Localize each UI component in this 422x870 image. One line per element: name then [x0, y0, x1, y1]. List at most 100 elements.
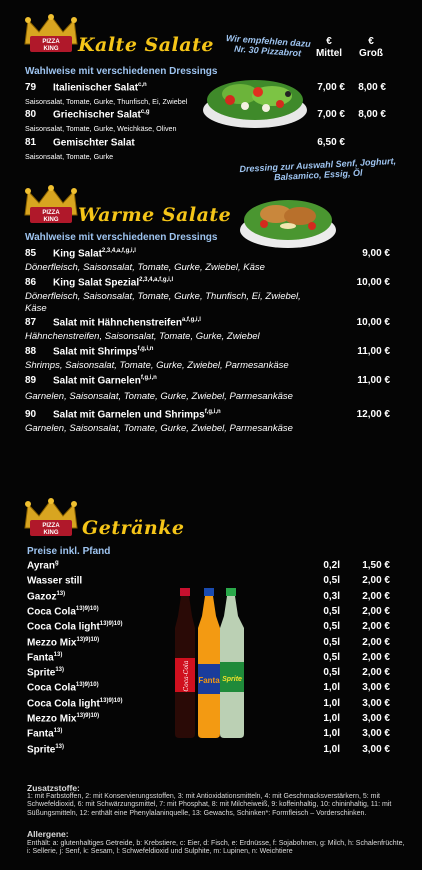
menu-item-90-desc: Garnelen, Saisonsalat, Tomate, Gurke, Zw… [25, 423, 293, 434]
svg-text:KING: KING [44, 217, 59, 223]
price-79-mittel: 7,00 € [317, 82, 345, 93]
drink-additives: 13) [55, 667, 65, 673]
allergene-title: Allergene: [27, 829, 69, 839]
pizza-king-logo: PIZZA KING [22, 14, 80, 54]
menu-item-81-desc: Saisonsalat, Tomate, Gurke [25, 152, 114, 161]
drink-item[interactable]: Sprite13) [27, 667, 64, 678]
drink-price: 3,00 € [362, 682, 390, 693]
drink-name: Coca Cola [27, 606, 76, 618]
zusatzstoffe-title: Zusatzstoffe: [27, 783, 80, 793]
menu-item-86[interactable]: 86 King Salat Spezial2,3,4,a,f,g,i,l [25, 277, 173, 288]
drink-price: 2,00 € [362, 591, 390, 602]
drink-price: 3,00 € [362, 713, 390, 724]
drink-additives: 13) [53, 652, 63, 658]
price-79-gross: 8,00 € [358, 82, 386, 93]
menu-item-88-desc: Shrimps, Saisonsalat, Tomate, Gurke, Zwi… [25, 360, 289, 371]
drink-volume: 0,3l [323, 591, 340, 602]
svg-text:KING: KING [44, 530, 59, 536]
section-title-getraenke: Getränke [82, 517, 185, 539]
drink-additives: 13)9)10) [76, 713, 100, 719]
drink-price: 2,00 € [362, 575, 390, 586]
drink-item[interactable]: Sprite13) [27, 744, 64, 755]
drink-volume: 1,0l [323, 682, 340, 693]
drink-name: Coca Cola [27, 682, 76, 694]
drink-name: Wasser still [27, 575, 83, 587]
drink-name: Ayran [27, 560, 55, 572]
drink-volume: 1,0l [323, 728, 340, 739]
section-title-warme-salate: Warme Salate [78, 204, 232, 226]
price-87: 10,00 € [356, 317, 390, 328]
svg-text:PIZZA: PIZZA [42, 523, 60, 529]
drink-item[interactable]: Fanta13) [27, 652, 62, 663]
drink-price: 2,00 € [362, 667, 390, 678]
drink-volume: 0,5l [323, 667, 340, 678]
drink-item[interactable]: Wasser still [27, 575, 82, 586]
drink-additives: 13) [56, 591, 66, 597]
drink-name: Sprite [27, 667, 56, 679]
drink-volume: 1,0l [323, 744, 340, 755]
drink-volume: 0,5l [323, 637, 340, 648]
price-85: 9,00 € [362, 248, 390, 259]
drink-volume: 0,5l [323, 575, 340, 586]
drink-additives: 13) [55, 744, 65, 750]
drink-name: Mezzo Mix [27, 713, 77, 725]
col-header-mittel: € Mittel [315, 36, 343, 59]
drink-name: Fanta [27, 728, 54, 740]
drink-additives: 13)9)10) [76, 637, 100, 643]
drink-volume: 0,5l [323, 621, 340, 632]
drink-price: 2,00 € [362, 637, 390, 648]
price-80-mittel: 7,00 € [317, 109, 345, 120]
drink-item[interactable]: Mezzo Mix13)9)10) [27, 713, 99, 724]
price-90: 12,00 € [356, 409, 390, 420]
price-89: 11,00 € [357, 375, 390, 386]
allergene-text: Enthält: a: glutenhaltiges Getreide, b: … [27, 840, 405, 856]
drink-item[interactable]: Mezzo Mix13)9)10) [27, 637, 99, 648]
price-81-mittel: 6,50 € [317, 137, 345, 148]
drink-price: 3,00 € [362, 728, 390, 739]
kalte-subtitle: Wahlweise mit verschiedenen Dressings [25, 66, 218, 77]
col-header-gross: € Groß [359, 36, 383, 59]
menu-item-89-desc: Garnelen, Saisonsalat, Tomate, Gurke, Zw… [25, 391, 293, 402]
section-title-kalte-salate: Kalte Salate [78, 34, 214, 56]
warm-salad-image [238, 190, 338, 250]
menu-item-85[interactable]: 85 King Salat2,3,4,a,f,g,i,l [25, 248, 136, 259]
drink-price: 2,00 € [362, 652, 390, 663]
drink-additives: 13)9)10) [75, 606, 99, 612]
drink-additives: 13) [53, 728, 63, 734]
menu-item-79[interactable]: 79 Italienischer Salatc,n [25, 82, 147, 93]
dressing-note: Dressing zur Auswahl Senf, Joghurt, Bals… [239, 155, 397, 183]
drink-name: Sprite [27, 744, 56, 756]
zusatzstoffe-text: 1: mit Farbstoffen, 2: mit Konservierung… [27, 793, 392, 817]
menu-item-89[interactable]: 89 Salat mit Garnelenf,g,i,n [25, 375, 157, 386]
drink-item[interactable]: Coca Cola light13)9)10) [27, 621, 122, 632]
price-86: 10,00 € [356, 277, 390, 288]
menu-item-79-desc: Saisonsalat, Tomate, Gurke, Thunfisch, E… [25, 97, 188, 106]
menu-item-90[interactable]: 90 Salat mit Garnelen und Shrimpsf,g,i,n [25, 409, 221, 420]
drink-price: 2,00 € [362, 606, 390, 617]
drink-item[interactable]: Ayrang [27, 560, 59, 571]
drink-item[interactable]: Coca Cola13)9)10) [27, 606, 99, 617]
menu-item-81[interactable]: 81 Gemischter Salat [25, 137, 135, 148]
svg-text:KING: KING [44, 46, 59, 52]
menu-item-87[interactable]: 87 Salat mit Hähnchenstreifena,f,g,i,l [25, 317, 201, 328]
drink-additives: 13)9)10) [99, 698, 123, 704]
drink-volume: 0,5l [323, 652, 340, 663]
menu-item-87-desc: Hähnchenstreifen, Saisonsalat, Tomate, G… [25, 331, 260, 342]
svg-text:PIZZA: PIZZA [42, 39, 60, 45]
drink-additives: 13)9)10) [75, 682, 99, 688]
menu-item-88[interactable]: 88 Salat mit Shrimpsf,g,i,n [25, 346, 153, 357]
drink-item[interactable]: Coca Cola light13)9)10) [27, 698, 122, 709]
drink-item[interactable]: Gazoz13) [27, 591, 65, 602]
drink-name: Coca Cola light [27, 621, 100, 633]
warme-subtitle: Wahlweise mit verschiedenen Dressings [25, 232, 218, 243]
menu-item-80[interactable]: 80 Griechischer Salatc,g [25, 109, 150, 120]
drink-item[interactable]: Fanta13) [27, 728, 62, 739]
pizza-king-logo: PIZZA KING [22, 498, 80, 538]
drink-price: 3,00 € [362, 698, 390, 709]
price-88: 11,00 € [357, 346, 390, 357]
getraenke-subtitle: Preise inkl. Pfand [27, 546, 111, 557]
drink-name: Coca Cola light [27, 698, 100, 710]
drink-item[interactable]: Coca Cola13)9)10) [27, 682, 99, 693]
drink-price: 2,00 € [362, 621, 390, 632]
drink-additives: g [54, 560, 59, 566]
